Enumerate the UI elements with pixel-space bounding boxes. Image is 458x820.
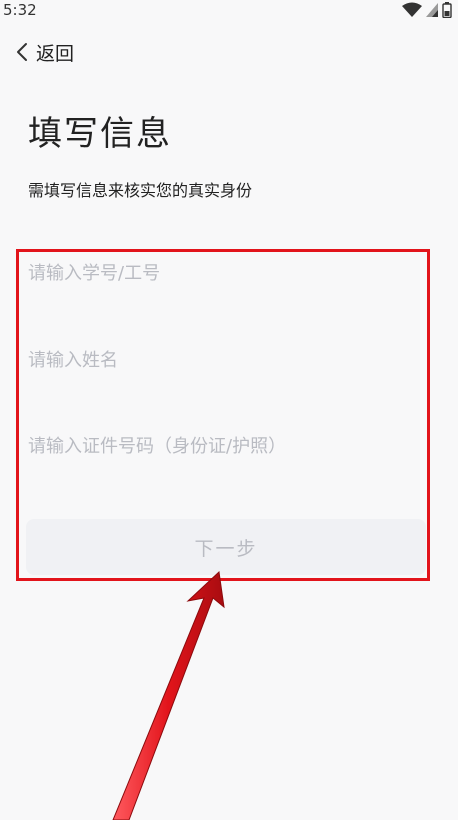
back-chevron-icon xyxy=(17,43,27,61)
status-bar: 5:32 xyxy=(0,0,458,22)
next-button[interactable]: 下一步 xyxy=(26,519,426,575)
id-number-input[interactable] xyxy=(28,426,418,466)
status-time: 5:32 xyxy=(3,1,37,19)
cell-signal-icon xyxy=(426,3,438,17)
wifi-icon xyxy=(402,2,422,17)
page-subtitle: 需填写信息来核实您的真实身份 xyxy=(28,181,253,200)
back-button[interactable]: 返回 xyxy=(16,37,74,67)
status-icons xyxy=(402,2,452,18)
battery-icon xyxy=(442,2,452,18)
name-input[interactable] xyxy=(28,340,418,380)
page-title: 填写信息 xyxy=(28,114,172,154)
back-label: 返回 xyxy=(36,42,75,65)
student-id-input[interactable] xyxy=(28,253,418,293)
